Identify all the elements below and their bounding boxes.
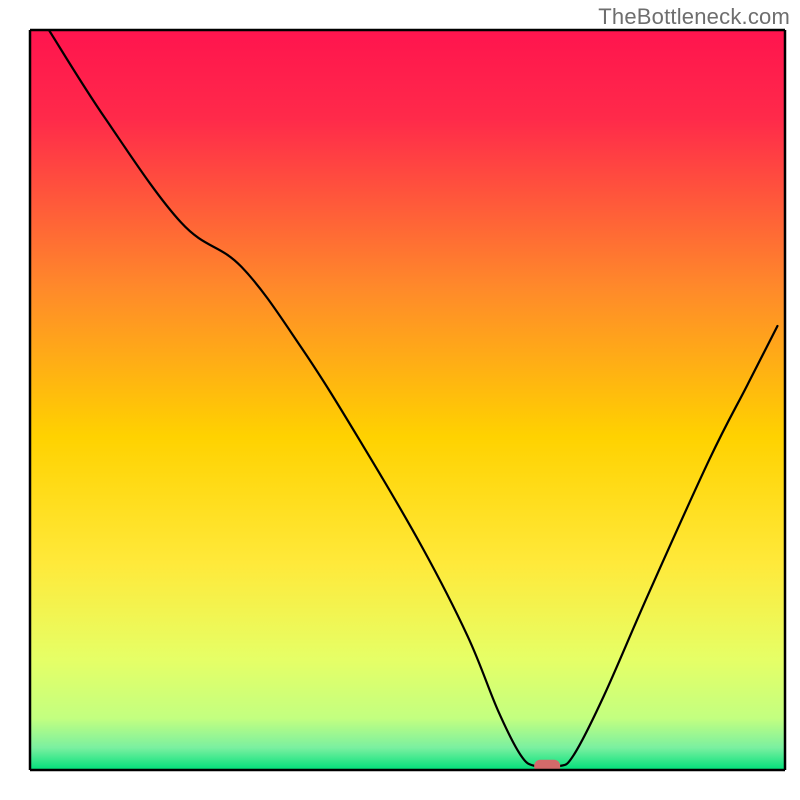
watermark-text: TheBottleneck.com bbox=[598, 4, 790, 30]
chart-container: TheBottleneck.com bbox=[0, 0, 800, 800]
bottleneck-chart bbox=[0, 0, 800, 800]
gradient-background bbox=[30, 30, 785, 770]
